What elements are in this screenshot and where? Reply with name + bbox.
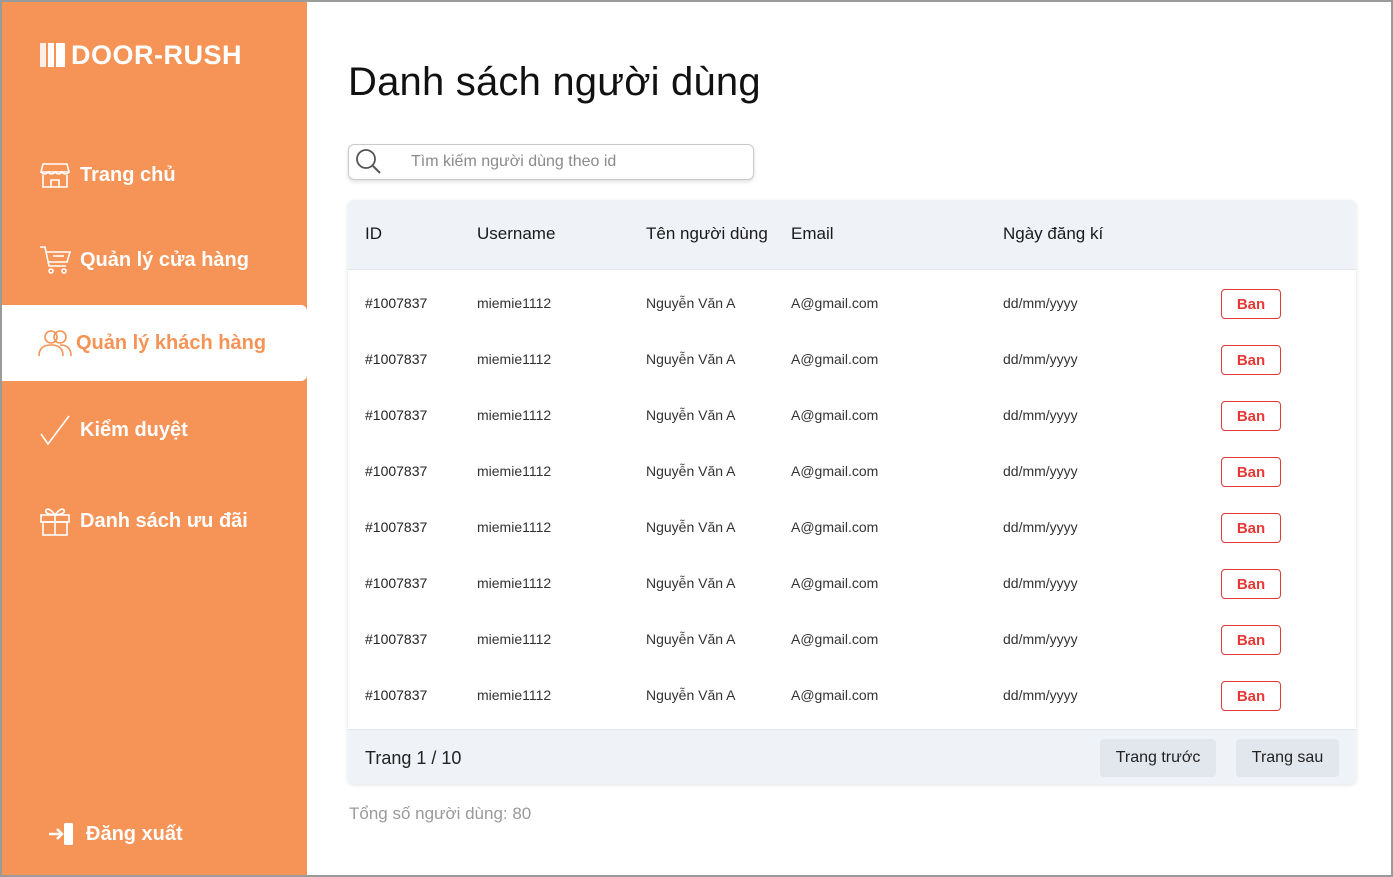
cell-date: dd/mm/yyyy [1003, 351, 1078, 367]
cell-name: Nguyễn Văn A [646, 295, 736, 311]
table-row: #1007837 miemie1112 Nguyễn Văn A A@gmail… [348, 500, 1356, 556]
cell-name: Nguyễn Văn A [646, 463, 736, 479]
logout-label: Đăng xuất [86, 822, 183, 845]
cell-username: miemie1112 [477, 463, 552, 479]
ban-button[interactable]: Ban [1221, 289, 1281, 319]
sidebar-item-label: Danh sách ưu đãi [80, 509, 248, 532]
total-users-count: Tổng số người dùng: 80 [349, 804, 532, 823]
column-header-email[interactable]: Email [791, 224, 834, 244]
check-icon [38, 413, 72, 447]
column-header-id[interactable]: ID [365, 224, 382, 244]
sidebar-item-label: Trang chủ [80, 163, 176, 186]
ban-button[interactable]: Ban [1221, 345, 1281, 375]
table-footer: Trang 1 / 10 Trang trước Trang sau [348, 729, 1356, 784]
table-row: #1007837 miemie1112 Nguyễn Văn A A@gmail… [348, 276, 1356, 332]
cell-id: #1007837 [365, 519, 428, 535]
sidebar-item-store-management[interactable]: Quản lý cửa hàng [2, 222, 307, 298]
gift-icon [38, 504, 72, 538]
cell-name: Nguyễn Văn A [646, 575, 736, 591]
cell-email: A@gmail.com [791, 351, 879, 367]
cell-name: Nguyễn Văn A [646, 519, 736, 535]
table-row: #1007837 miemie1112 Nguyễn Văn A A@gmail… [348, 332, 1356, 388]
cell-id: #1007837 [365, 687, 428, 703]
page-indicator: Trang 1 / 10 [365, 748, 462, 768]
sidebar-item-customer-management[interactable]: Quản lý khách hàng [2, 305, 307, 381]
cell-id: #1007837 [365, 295, 428, 311]
logout-button[interactable]: Đăng xuất [46, 814, 183, 854]
search-input[interactable] [411, 147, 741, 177]
cell-username: miemie1112 [477, 295, 552, 311]
cell-date: dd/mm/yyyy [1003, 407, 1078, 423]
cell-id: #1007837 [365, 631, 428, 647]
logo-icon [40, 43, 67, 67]
cell-name: Nguyễn Văn A [646, 407, 736, 423]
cell-email: A@gmail.com [791, 519, 879, 535]
ban-button[interactable]: Ban [1221, 569, 1281, 599]
page-title: Danh sách người dùng [348, 60, 761, 104]
search-icon[interactable] [349, 145, 389, 179]
column-header-username[interactable]: Username [477, 224, 555, 244]
table-row: #1007837 miemie1112 Nguyễn Văn A A@gmail… [348, 612, 1356, 668]
ban-button[interactable]: Ban [1221, 681, 1281, 711]
cell-email: A@gmail.com [791, 687, 879, 703]
sidebar-item-moderation[interactable]: Kiểm duyệt [2, 392, 307, 468]
sidebar-item-label: Kiểm duyệt [80, 418, 188, 441]
cell-date: dd/mm/yyyy [1003, 519, 1078, 535]
cell-date: dd/mm/yyyy [1003, 295, 1078, 311]
cell-email: A@gmail.com [791, 631, 879, 647]
cell-username: miemie1112 [477, 687, 552, 703]
app-window: DOOR-RUSH Trang chủ Quản lý cửa hàng Quả… [0, 0, 1393, 877]
cell-date: dd/mm/yyyy [1003, 463, 1078, 479]
cell-id: #1007837 [365, 575, 428, 591]
cell-name: Nguyễn Văn A [646, 687, 736, 703]
cell-email: A@gmail.com [791, 295, 879, 311]
cell-username: miemie1112 [477, 575, 552, 591]
ban-button[interactable]: Ban [1221, 457, 1281, 487]
table-header: ID Username Tên người dùng Email Ngày đă… [348, 200, 1356, 270]
users-table: ID Username Tên người dùng Email Ngày đă… [348, 200, 1356, 784]
cell-id: #1007837 [365, 407, 428, 423]
table-row: #1007837 miemie1112 Nguyễn Văn A A@gmail… [348, 388, 1356, 444]
sidebar-item-label: Quản lý cửa hàng [80, 248, 249, 271]
cell-date: dd/mm/yyyy [1003, 575, 1078, 591]
brand-logo[interactable]: DOOR-RUSH [40, 38, 242, 72]
cell-date: dd/mm/yyyy [1003, 631, 1078, 647]
cell-name: Nguyễn Văn A [646, 351, 736, 367]
users-icon [38, 326, 72, 360]
search-box[interactable] [348, 144, 754, 180]
store-icon [38, 158, 72, 192]
table-row: #1007837 miemie1112 Nguyễn Văn A A@gmail… [348, 444, 1356, 500]
cell-email: A@gmail.com [791, 463, 879, 479]
ban-button[interactable]: Ban [1221, 513, 1281, 543]
cell-id: #1007837 [365, 351, 428, 367]
column-header-registered-date[interactable]: Ngày đăng kí [1003, 224, 1103, 244]
sidebar-item-promotions[interactable]: Danh sách ưu đãi [2, 483, 307, 559]
sidebar: DOOR-RUSH Trang chủ Quản lý cửa hàng Quả… [2, 2, 307, 875]
cell-date: dd/mm/yyyy [1003, 687, 1078, 703]
cell-username: miemie1112 [477, 407, 552, 423]
cell-username: miemie1112 [477, 351, 552, 367]
cart-icon [38, 243, 72, 277]
cell-id: #1007837 [365, 463, 428, 479]
logout-icon [46, 819, 76, 849]
brand-name: DOOR-RUSH [71, 39, 242, 70]
ban-button[interactable]: Ban [1221, 625, 1281, 655]
cell-email: A@gmail.com [791, 407, 879, 423]
cell-email: A@gmail.com [791, 575, 879, 591]
cell-username: miemie1112 [477, 519, 552, 535]
ban-button[interactable]: Ban [1221, 401, 1281, 431]
sidebar-item-label: Quản lý khách hàng [76, 331, 267, 354]
prev-page-button[interactable]: Trang trước [1100, 739, 1216, 777]
column-header-name[interactable]: Tên người dùng [646, 224, 768, 244]
cell-name: Nguyễn Văn A [646, 631, 736, 647]
table-row: #1007837 miemie1112 Nguyễn Văn A A@gmail… [348, 668, 1356, 724]
cell-username: miemie1112 [477, 631, 552, 647]
next-page-button[interactable]: Trang sau [1236, 739, 1339, 777]
table-row: #1007837 miemie1112 Nguyễn Văn A A@gmail… [348, 556, 1356, 612]
sidebar-item-home[interactable]: Trang chủ [2, 137, 307, 213]
